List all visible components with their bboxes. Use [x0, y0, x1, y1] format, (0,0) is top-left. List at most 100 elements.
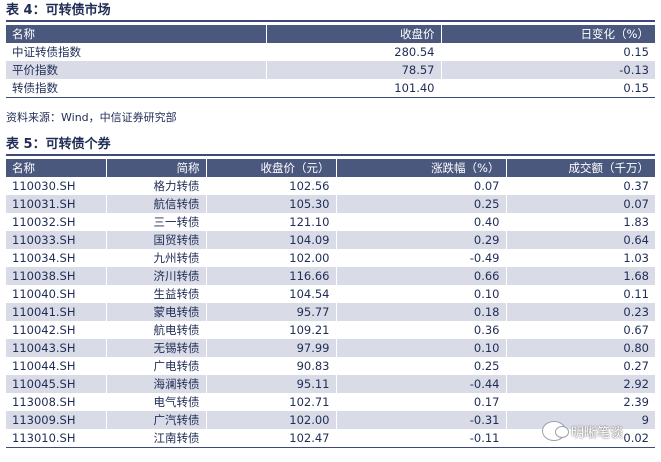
table-row: 平价指数 78.57 -0.13 — [6, 61, 655, 79]
table-cell: 三一转债 — [106, 213, 207, 231]
table-cell: 广汽转债 — [106, 411, 207, 429]
table-cell: -0.49 — [336, 249, 507, 267]
col-name: 名称 — [6, 25, 267, 43]
table-cell: 江南转债 — [106, 429, 207, 447]
table-cell: 109.21 — [206, 321, 337, 339]
table-cell: 102.71 — [206, 393, 337, 411]
convertible-market-table: 名称 收盘价 日变化（%） 中证转债指数 280.54 0.15 平价指数 78.57-… — [6, 25, 655, 97]
table-cell: 格力转债 — [106, 177, 207, 195]
table-cell: 113009.SH — [6, 411, 107, 429]
table-cell: 1.03 — [506, 249, 655, 267]
col-code: 名称 — [6, 159, 107, 177]
table-cell: 110043.SH — [6, 339, 107, 357]
table-bottom-rule — [6, 447, 655, 448]
table-cell: 0.80 — [506, 339, 655, 357]
table-row: 110045.SH 海澜转债 95.11 -0.44 2.92 — [6, 375, 655, 393]
table-row: 110032.SH 三一转债 121.10 0.40 1.83 — [6, 213, 655, 231]
table-cell: 110040.SH — [6, 285, 107, 303]
table-cell: 1.68 — [506, 267, 655, 285]
table-cell: 0.10 — [336, 339, 507, 357]
table-cell: 97.99 — [206, 339, 337, 357]
col-close: 收盘价 — [266, 25, 442, 43]
table-cell: 78.57 — [266, 61, 442, 79]
table-cell: 110034.SH — [6, 249, 107, 267]
table-cell: 国贸转债 — [106, 231, 207, 249]
table-cell: 广电转债 — [106, 357, 207, 375]
table-cell: 110033.SH — [6, 231, 107, 249]
table-cell: 0.27 — [506, 357, 655, 375]
table-cell: 转债指数 — [6, 79, 267, 97]
table5-header: 名称 简称 收盘价（元） 涨跌幅（%） 成交额（千万） — [6, 159, 655, 177]
table-cell: 101.40 — [266, 79, 442, 97]
col-daily-change: 日变化（%） — [441, 25, 655, 43]
watermark-text: 明晰笔谈 — [571, 425, 624, 441]
table-cell: 电气转债 — [106, 393, 207, 411]
table-cell: 0.15 — [441, 79, 655, 97]
table-cell: 0.10 — [336, 285, 507, 303]
table-cell: 102.00 — [206, 249, 337, 267]
table-cell: 121.10 — [206, 213, 337, 231]
table-row: 110038.SH 济川转债 116.66 0.66 1.68 — [6, 267, 655, 285]
table-cell: 110030.SH — [6, 177, 107, 195]
table-cell: 110032.SH — [6, 213, 107, 231]
table-cell: 0.64 — [506, 231, 655, 249]
table-row: 110031.SH 航信转债 105.30 0.25 0.07 — [6, 195, 655, 213]
table-cell: 1.83 — [506, 213, 655, 231]
col-turnover: 成交额（千万） — [506, 159, 655, 177]
table-cell: 海澜转债 — [106, 375, 207, 393]
table4-title: 表 4：可转债市场 — [6, 2, 655, 22]
table-cell: 280.54 — [266, 43, 442, 61]
table-row: 110042.SH 航电转债 109.21 0.36 0.67 — [6, 321, 655, 339]
table-cell: 0.36 — [336, 321, 507, 339]
table-cell: 平价指数 — [6, 61, 267, 79]
table-bottom-rule — [6, 97, 655, 98]
table-cell: 航电转债 — [106, 321, 207, 339]
table-cell: 2.92 — [506, 375, 655, 393]
table-cell: 2.39 — [506, 393, 655, 411]
data-source-note: 资料来源：Wind，中信证券研究部 — [6, 111, 177, 124]
table-cell: 110045.SH — [6, 375, 107, 393]
table-row: 110030.SH 格力转债 102.56 0.07 0.37 — [6, 177, 655, 195]
table-row: 110040.SH 生益转债 104.54 0.10 0.11 — [6, 285, 655, 303]
watermark: 明晰笔谈 — [542, 421, 623, 441]
table-cell: 无锡转债 — [106, 339, 207, 357]
table-cell: 0.25 — [336, 357, 507, 375]
table-cell: 110042.SH — [6, 321, 107, 339]
table-cell: 110041.SH — [6, 303, 107, 321]
table-cell: 0.40 — [336, 213, 507, 231]
table-cell: 104.09 — [206, 231, 337, 249]
table-cell: 104.54 — [206, 285, 337, 303]
table-row: 110034.SH 九州转债 102.00 -0.49 1.03 — [6, 249, 655, 267]
table5-title: 表 5：可转债个券 — [6, 136, 655, 156]
table-cell: -0.11 — [336, 429, 507, 447]
table-cell: 102.00 — [206, 411, 337, 429]
table-cell: -0.44 — [336, 375, 507, 393]
table-row: 113008.SH 电气转债 102.71 0.17 2.39 — [6, 393, 655, 411]
table-cell: 0.18 — [336, 303, 507, 321]
table-cell: 116.66 — [206, 267, 337, 285]
table-cell: 0.11 — [506, 285, 655, 303]
col-short-name: 简称 — [106, 159, 207, 177]
table-cell: 0.66 — [336, 267, 507, 285]
table-cell: 九州转债 — [106, 249, 207, 267]
table-cell: 110044.SH — [6, 357, 107, 375]
table-cell: -0.31 — [336, 411, 507, 429]
table-cell: 0.67 — [506, 321, 655, 339]
table-cell: 102.47 — [206, 429, 337, 447]
table-cell: 蒙电转债 — [106, 303, 207, 321]
table-cell: 0.25 — [336, 195, 507, 213]
table-cell: 113010.SH — [6, 429, 107, 447]
table-cell: 0.17 — [336, 393, 507, 411]
table-cell: 95.11 — [206, 375, 337, 393]
table-cell: 0.15 — [441, 43, 655, 61]
table-cell: 济川转债 — [106, 267, 207, 285]
table-row: 中证转债指数 280.54 0.15 — [6, 43, 655, 61]
convertible-bonds-table: 名称 简称 收盘价（元） 涨跌幅（%） 成交额（千万） 110030.SH 格力转… — [6, 159, 655, 447]
col-close-price: 收盘价（元） — [206, 159, 337, 177]
table-cell: 0.07 — [336, 177, 507, 195]
table-cell: 105.30 — [206, 195, 337, 213]
table-cell: 0.07 — [506, 195, 655, 213]
table-cell: 90.83 — [206, 357, 337, 375]
table-cell: 102.56 — [206, 177, 337, 195]
table-row: 转债指数 101.40 0.15 — [6, 79, 655, 97]
